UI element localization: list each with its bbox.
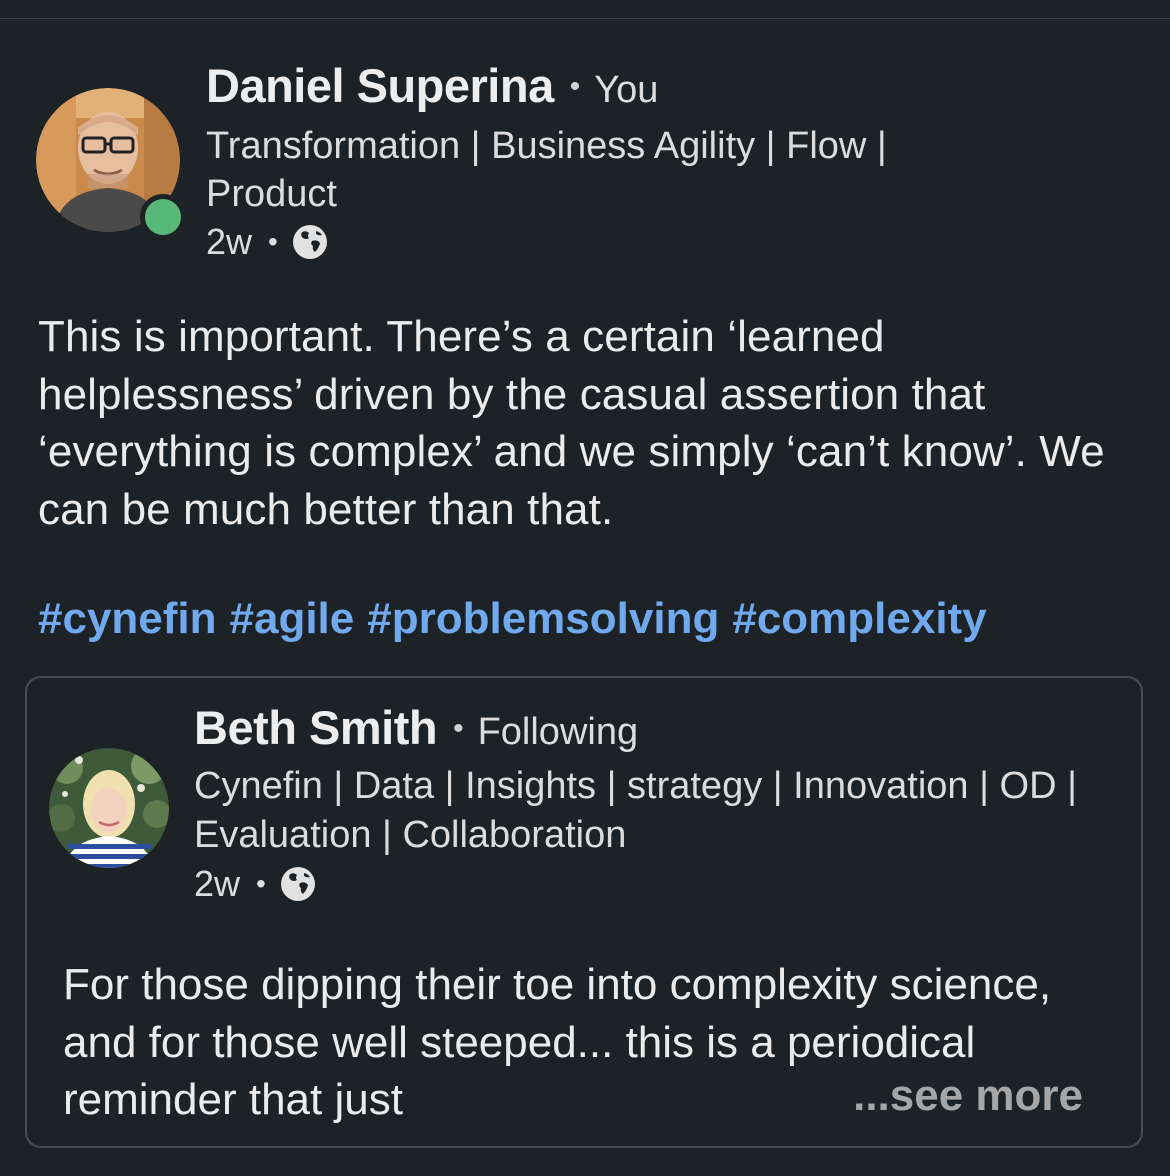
separator-dot: • xyxy=(453,712,464,745)
separator-dot: • xyxy=(268,226,278,257)
shared-author-name[interactable]: Beth Smith xyxy=(194,700,438,755)
online-status-indicator xyxy=(140,194,186,240)
author-headline: Transformation | Business Agility | Flow… xyxy=(206,125,887,215)
separator-dot: • xyxy=(256,868,266,899)
hashtag-link[interactable]: #problemsolving xyxy=(367,594,719,643)
top-divider xyxy=(0,18,1170,19)
author-info: Daniel Superina • You Transformation | B… xyxy=(206,58,1006,266)
globe-icon xyxy=(280,867,315,901)
post-commentary: This is important. There’s a certain ‘le… xyxy=(38,312,1105,534)
post-time: 2w xyxy=(206,221,253,262)
globe-icon xyxy=(292,225,327,259)
shared-author-headline: Cynefin | Data | Insights | strategy | I… xyxy=(194,765,1077,856)
author-avatar[interactable] xyxy=(36,88,186,240)
hashtag-link[interactable]: #cynefin xyxy=(38,594,217,643)
relationship-label: You xyxy=(594,69,659,111)
shared-post-time: 2w xyxy=(194,863,241,904)
hashtag-link[interactable]: #agile xyxy=(230,594,355,643)
separator-dot: • xyxy=(569,70,581,103)
following-label: Following xyxy=(477,711,639,753)
shared-author-avatar[interactable] xyxy=(49,748,169,868)
hashtag-list: #cynefin #agile #problemsolving #complexity xyxy=(38,594,987,644)
author-name[interactable]: Daniel Superina xyxy=(206,58,554,113)
shared-post-meta: 2w • xyxy=(194,860,1124,908)
shared-post-card[interactable]: Beth Smith • Following Cynefin | Data | … xyxy=(25,676,1143,1148)
hashtag-link[interactable]: #complexity xyxy=(732,594,986,643)
post-meta: 2w • xyxy=(206,218,1006,266)
see-more-link[interactable]: ...see more xyxy=(853,1071,1083,1121)
shared-author-info: Beth Smith • Following Cynefin | Data | … xyxy=(194,700,1124,908)
